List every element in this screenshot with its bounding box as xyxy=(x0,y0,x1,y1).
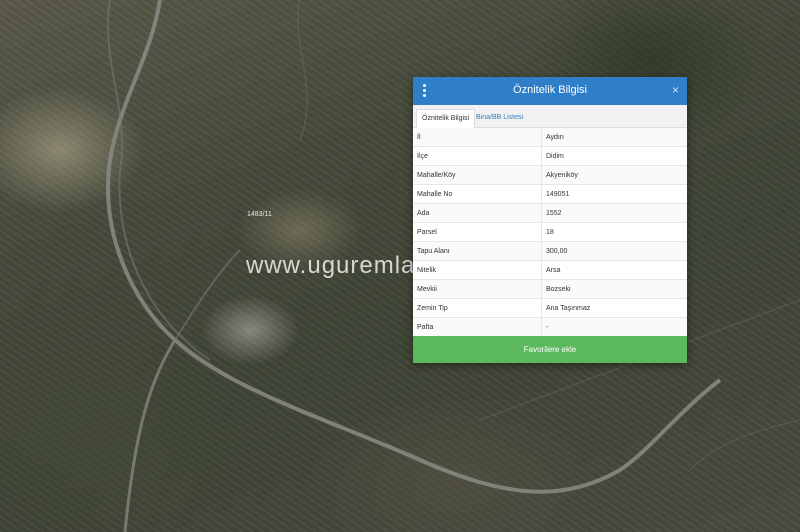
attribute-key: Pafta xyxy=(413,317,542,337)
attribute-table: İl Aydın İlçe Didim Mahalle/Köy Akyeniköy Maha… xyxy=(413,128,687,337)
attribute-value: 149051 xyxy=(541,184,687,204)
attribute-value: Ana Taşınmaz xyxy=(541,298,687,318)
attribute-key: Mevkii xyxy=(413,279,542,299)
attribute-value: Bozseki xyxy=(541,279,687,299)
attribute-value: Aydın xyxy=(541,128,687,147)
panel-tabs: Öznitelik Bilgisi Bina/BB Listesi xyxy=(413,105,687,128)
attribute-value: Akyeniköy xyxy=(541,165,687,185)
table-row: Mevkii Bozseki xyxy=(413,279,687,299)
attribute-value: Arsa xyxy=(541,260,687,280)
table-row: Zemin Tip Ana Taşınmaz xyxy=(413,298,687,318)
attribute-value: 18 xyxy=(541,222,687,242)
attribute-key: Mahalle/Köy xyxy=(413,165,542,185)
attribute-key: Ada xyxy=(413,203,542,223)
attribute-panel: Öznitelik Bilgisi × Öznitelik Bilgisi Bi… xyxy=(413,77,687,363)
table-row: Ada 1552 xyxy=(413,203,687,223)
attribute-value: 300,00 xyxy=(541,241,687,261)
attribute-value: - xyxy=(541,317,687,337)
attribute-key: Tapu Alanı xyxy=(413,241,542,261)
add-favorites-button[interactable]: Favorilere ekle xyxy=(413,336,687,363)
panel-header: Öznitelik Bilgisi × xyxy=(413,77,687,105)
close-icon[interactable]: × xyxy=(672,83,679,97)
table-row: İlçe Didim xyxy=(413,146,687,166)
attribute-key: Mahalle No xyxy=(413,184,542,204)
tab-oznitelik-bilgisi[interactable]: Öznitelik Bilgisi xyxy=(416,109,476,128)
attribute-key: Parsel xyxy=(413,222,542,242)
attribute-key: İlçe xyxy=(413,146,542,166)
attribute-value: Didim xyxy=(541,146,687,166)
panel-title: Öznitelik Bilgisi xyxy=(513,84,587,96)
table-row: Parsel 18 xyxy=(413,222,687,242)
table-row: Pafta - xyxy=(413,317,687,337)
attribute-value: 1552 xyxy=(541,203,687,223)
attribute-key: İl xyxy=(413,128,542,147)
table-row: İl Aydın xyxy=(413,128,687,147)
parcel-label: 1483/11 xyxy=(247,211,272,218)
table-row: Tapu Alanı 300,00 xyxy=(413,241,687,261)
table-row: Mahalle No 149051 xyxy=(413,184,687,204)
attribute-key: Zemin Tip xyxy=(413,298,542,318)
table-row: Nitelik Arsa xyxy=(413,260,687,280)
attribute-key: Nitelik xyxy=(413,260,542,280)
tab-bina-bb-listesi[interactable]: Bina/BB Listesi xyxy=(471,109,528,127)
table-row: Mahalle/Köy Akyeniköy xyxy=(413,165,687,185)
